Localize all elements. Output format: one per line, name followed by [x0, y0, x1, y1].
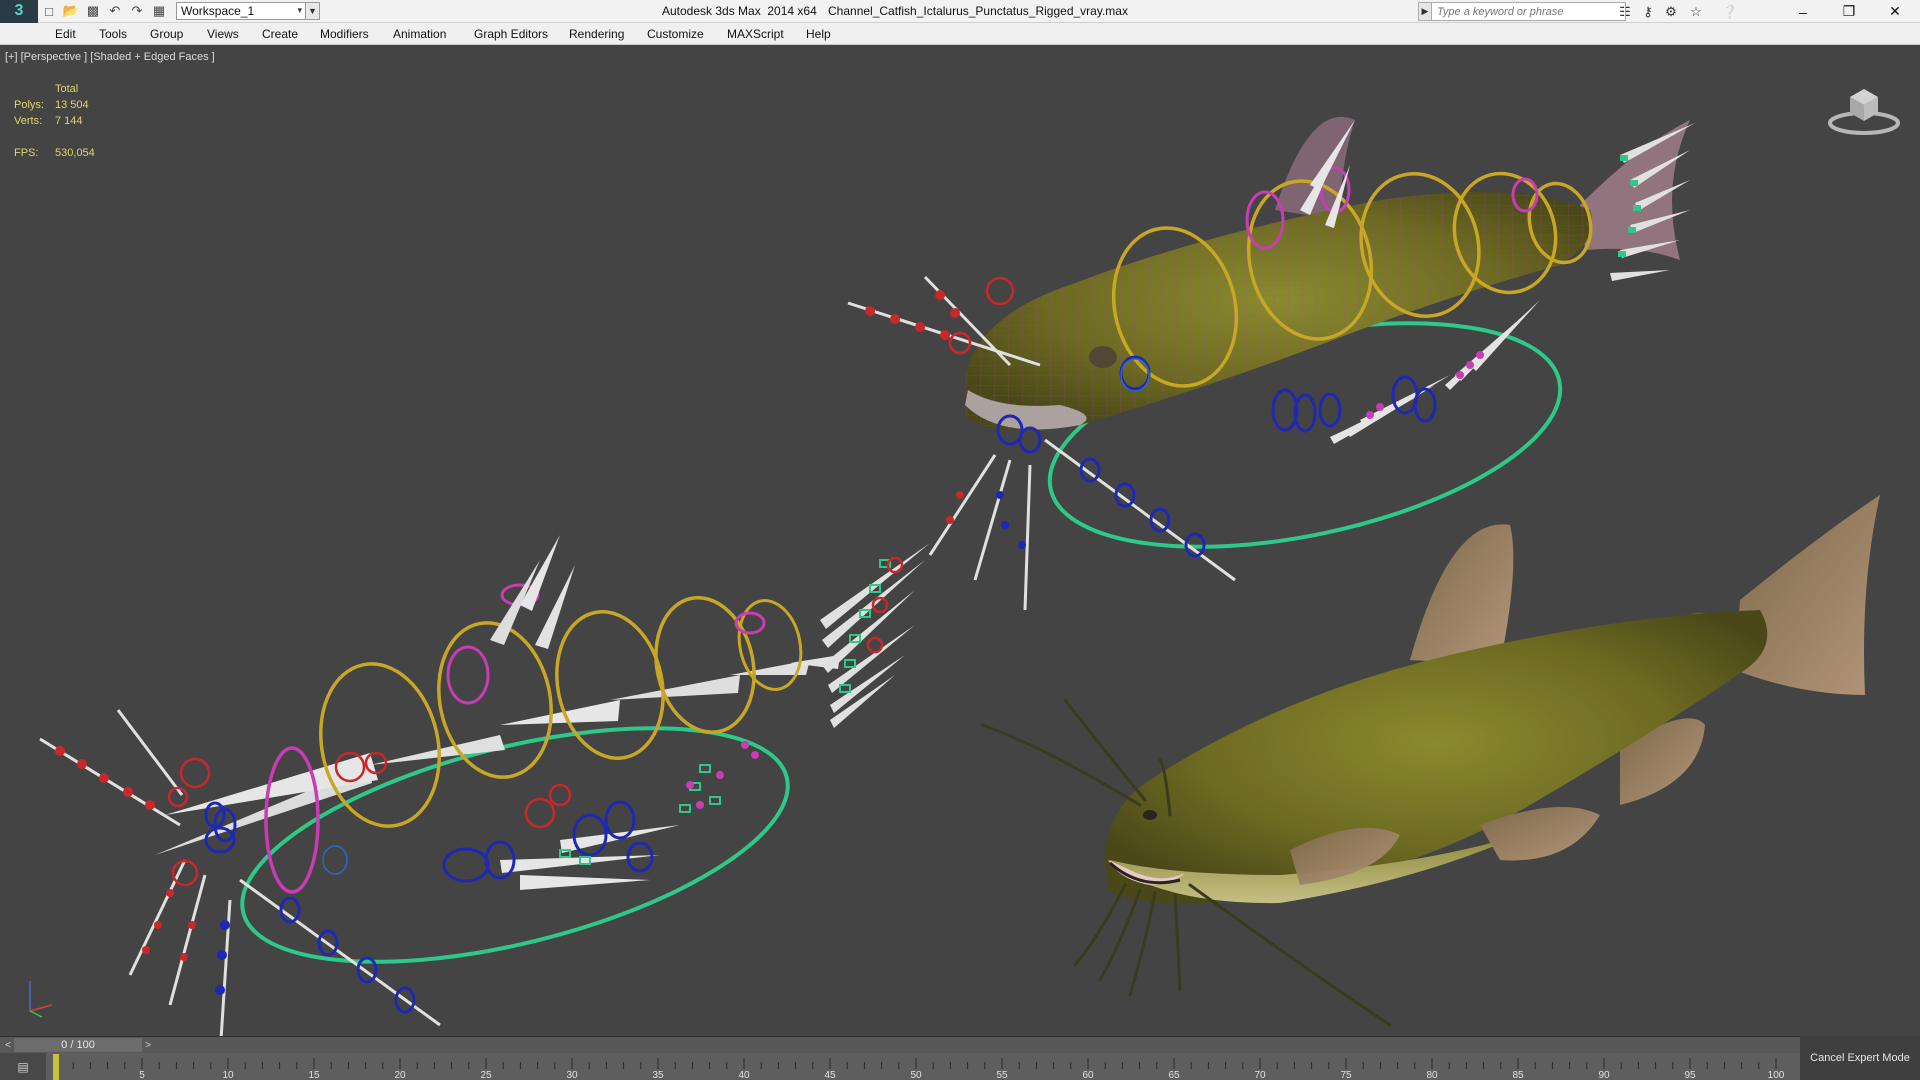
track-tick-label: 50 — [910, 1070, 922, 1080]
track-tick-label: 75 — [1340, 1070, 1352, 1080]
menu-bar: Edit Tools Group Views Create Modifiers … — [0, 23, 1920, 45]
stats-fps-label: FPS: — [14, 147, 39, 159]
track-ruler[interactable]: 0510152025303540455055606570758085909510… — [46, 1053, 1786, 1080]
time-slider[interactable]: < 0 / 100 > — [0, 1036, 1920, 1053]
viewcube-icon[interactable] — [1826, 79, 1902, 135]
track-tick-label: 100 — [1768, 1070, 1785, 1080]
help-icon[interactable]: ❔ — [1720, 3, 1740, 20]
track-tick-label: 35 — [652, 1070, 664, 1080]
community-icon[interactable]: ⚙ — [1661, 3, 1681, 20]
track-tick-label: 15 — [308, 1070, 320, 1080]
menu-tools[interactable]: Tools — [99, 27, 127, 41]
track-tick-label: 70 — [1254, 1070, 1266, 1080]
title-bar: 3 □ 📂 ▩ ↶ ↷ ▦ Workspace_1 ▾ ▼ Autodesk 3… — [0, 0, 1920, 23]
cancel-expert-mode-button[interactable]: Cancel Expert Mode — [1800, 1036, 1920, 1080]
workspace-selector[interactable]: Workspace_1 ▾ — [176, 2, 306, 20]
menu-group[interactable]: Group — [150, 27, 183, 41]
key-icon[interactable]: ⚷ — [1638, 3, 1658, 20]
track-tick-label: 65 — [1168, 1070, 1180, 1080]
track-tick-label: 90 — [1598, 1070, 1610, 1080]
axis-tripod-icon — [29, 981, 53, 1018]
viewport-statistics: Total Polys: 13 504 Verts: 7 144 FPS: 530,0… — [14, 81, 95, 161]
menu-edit[interactable]: Edit — [55, 27, 76, 41]
track-tick-label: 25 — [480, 1070, 492, 1080]
track-tick-label: 55 — [996, 1070, 1008, 1080]
stats-polys-label: Polys: — [14, 99, 44, 111]
frame-display: 0 / 100 — [61, 1039, 95, 1051]
menu-animation[interactable]: Animation — [393, 27, 446, 41]
open-file-icon[interactable]: 📂 — [60, 0, 82, 23]
next-frame-icon[interactable]: > — [142, 1038, 154, 1052]
track-bar[interactable]: ▤ 05101520253035404550556065707580859095… — [0, 1053, 1800, 1080]
track-tick-label: 80 — [1426, 1070, 1438, 1080]
scene-canvas[interactable] — [0, 45, 1920, 1036]
track-tick-label: 45 — [824, 1070, 836, 1080]
menu-rendering[interactable]: Rendering — [569, 27, 624, 41]
menu-graph-editors[interactable]: Graph Editors — [474, 27, 548, 41]
menu-create[interactable]: Create — [262, 27, 298, 41]
menu-customize[interactable]: Customize — [647, 27, 704, 41]
rig-skeleton-left[interactable] — [39, 535, 930, 1036]
track-tick-label: 85 — [1512, 1070, 1524, 1080]
menu-help[interactable]: Help — [806, 27, 831, 41]
undo-icon[interactable]: ↶ — [104, 0, 126, 23]
project-folder-icon[interactable]: ▦ — [148, 0, 170, 23]
track-tick-label: 40 — [738, 1070, 750, 1080]
time-slider-thumb[interactable]: 0 / 100 — [14, 1038, 142, 1052]
stats-polys-value: 13 504 — [55, 99, 89, 111]
stats-verts-value: 7 144 — [55, 115, 83, 127]
chevron-down-icon: ▾ — [297, 5, 302, 15]
track-tick-label: 5 — [139, 1070, 145, 1080]
viewport-label[interactable]: [+] [Perspective ] [Shaded + Edged Faces… — [5, 51, 215, 63]
track-tick-label: 95 — [1684, 1070, 1696, 1080]
current-frame-marker[interactable] — [53, 1054, 59, 1080]
menu-maxscript[interactable]: MAXScript — [727, 27, 784, 41]
track-tick-label: 10 — [222, 1070, 234, 1080]
redo-icon[interactable]: ↷ — [126, 0, 148, 23]
minimize-icon[interactable]: – — [1780, 0, 1826, 23]
search-expand-icon[interactable]: ▶ — [1418, 2, 1432, 21]
workspace-dropdown-button[interactable]: ▼ — [306, 2, 320, 20]
stats-verts-label: Verts: — [14, 115, 43, 127]
app-title: Autodesk 3ds Max 2014 x64 — [662, 4, 817, 18]
search-input[interactable] — [1432, 2, 1626, 21]
workspace-label: Workspace_1 — [181, 4, 255, 18]
menu-modifiers[interactable]: Modifiers — [320, 27, 369, 41]
restore-icon[interactable]: ❐ — [1826, 0, 1872, 23]
previous-frame-icon[interactable]: < — [2, 1038, 14, 1052]
binoculars-icon[interactable]: ☷ — [1615, 3, 1635, 20]
stats-total-header: Total — [55, 83, 79, 95]
infocenter-search: ▶ — [1418, 2, 1626, 21]
save-icon[interactable]: ▩ — [82, 0, 104, 23]
menu-views[interactable]: Views — [207, 27, 239, 41]
track-tick-label: 30 — [566, 1070, 578, 1080]
perspective-viewport[interactable]: [+] [Perspective ] [Shaded + Edged Faces… — [0, 45, 1920, 1036]
new-file-icon[interactable]: □ — [38, 0, 60, 23]
app-logo-icon[interactable]: 3 — [0, 0, 38, 23]
cancel-expert-mode-label: Cancel Expert Mode — [1810, 1052, 1910, 1064]
track-tick-label: 60 — [1082, 1070, 1094, 1080]
track-tick-label: 20 — [394, 1070, 406, 1080]
stats-fps-value: 530,054 — [55, 147, 95, 159]
catfish-shaded-model[interactable] — [980, 495, 1880, 1027]
app-window: 3 □ 📂 ▩ ↶ ↷ ▦ Workspace_1 ▾ ▼ Autodesk 3… — [0, 0, 1920, 1080]
file-name: Channel_Catfish_Ictalurus_Punctatus_Rigg… — [828, 4, 1128, 18]
catfish-wireframe-rigged[interactable] — [847, 116, 1695, 611]
favorites-star-icon[interactable]: ☆ — [1686, 3, 1706, 20]
mini-curve-editor-icon[interactable]: ▤ — [0, 1053, 46, 1080]
close-icon[interactable]: ✕ — [1872, 0, 1918, 23]
